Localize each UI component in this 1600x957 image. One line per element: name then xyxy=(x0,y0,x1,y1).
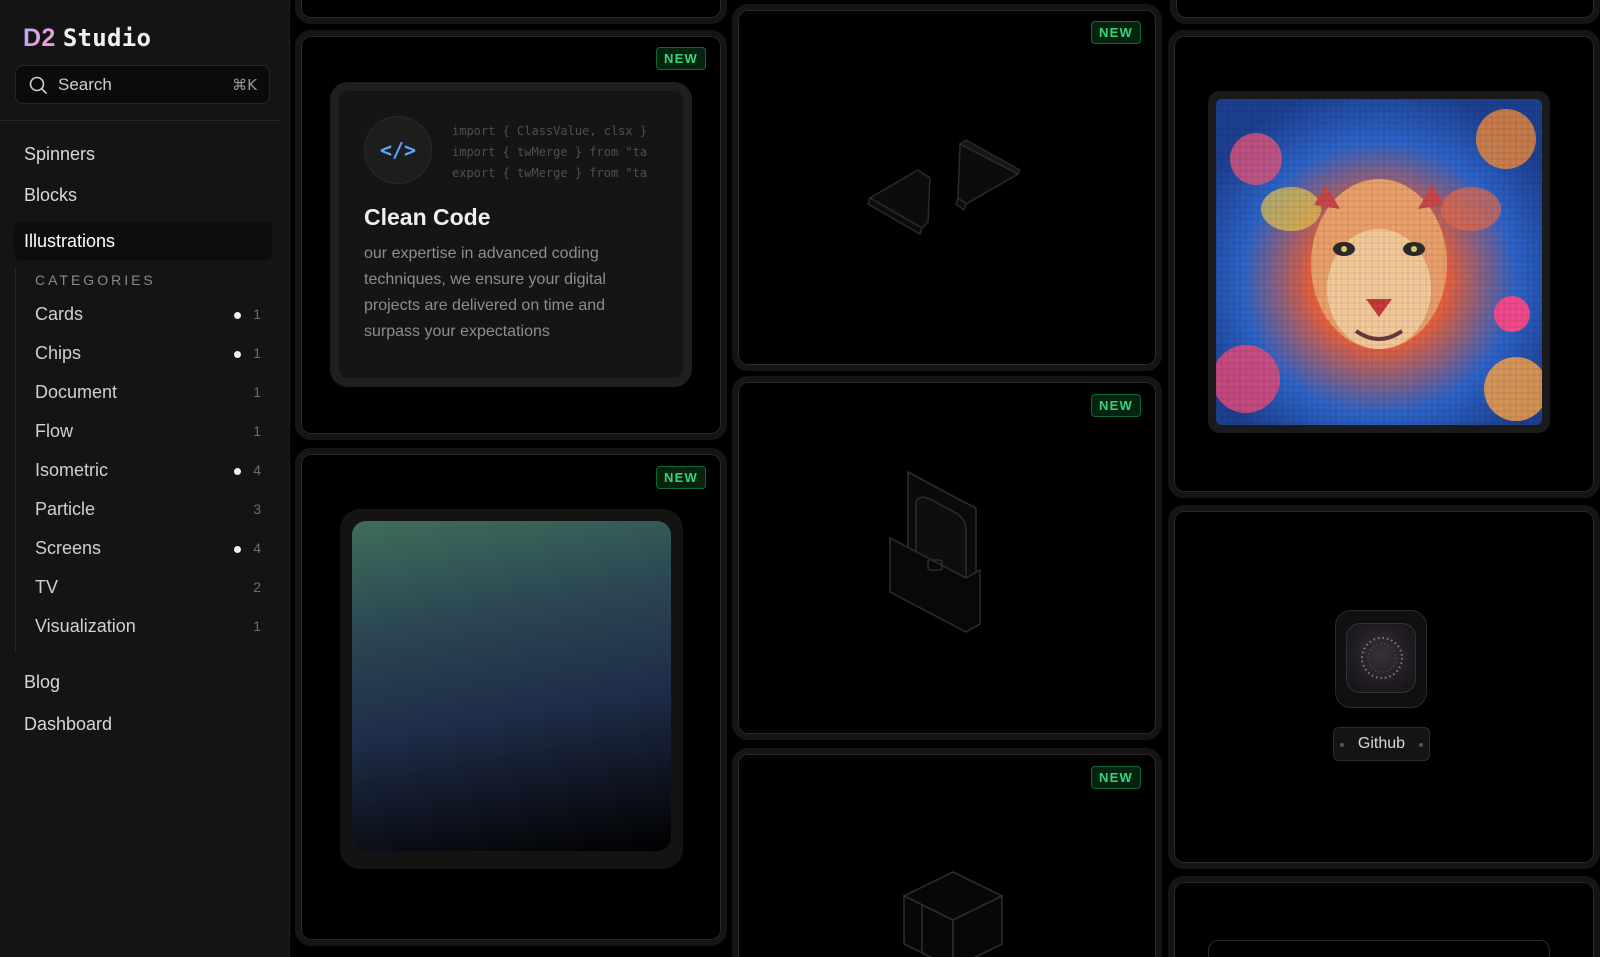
new-indicator-dot xyxy=(234,468,241,475)
search-icon xyxy=(29,76,47,94)
category-count: 3 xyxy=(253,501,261,517)
dotted-ring-icon xyxy=(1361,637,1403,679)
category-label: Visualization xyxy=(35,616,136,636)
logo-suffix: Studio xyxy=(62,24,152,52)
new-badge: NEW xyxy=(1091,766,1141,789)
nav-item-illustrations[interactable]: Illustrations xyxy=(14,222,272,260)
category-item-visualization[interactable]: Visualization 1 xyxy=(35,616,261,640)
nav-item-illustrations-label: Illustrations xyxy=(24,231,116,251)
category-count: 2 xyxy=(253,579,261,595)
github-button[interactable]: Github xyxy=(1333,727,1430,761)
new-indicator-dot xyxy=(234,312,241,319)
category-label: Document xyxy=(35,382,118,402)
category-item-tv[interactable]: TV 2 xyxy=(35,577,261,601)
category-count: 1 xyxy=(253,384,261,400)
decorative-dot xyxy=(1419,743,1423,747)
category-label: Screens xyxy=(35,538,102,558)
illustration-card-partial[interactable] xyxy=(1170,0,1600,24)
category-count: 1 xyxy=(253,345,261,361)
code-line: export { twMerge } from "ta xyxy=(452,166,648,180)
sidebar-divider xyxy=(0,120,280,121)
category-count: 4 xyxy=(253,462,261,478)
decorative-dot xyxy=(1340,743,1344,747)
category-item-isometric[interactable]: Isometric 4 xyxy=(35,460,261,484)
category-label: Isometric xyxy=(35,460,109,480)
category-count: 1 xyxy=(253,306,261,322)
category-label: Flow xyxy=(35,421,74,441)
category-item-chips[interactable]: Chips 1 xyxy=(35,343,261,367)
category-item-cards[interactable]: Cards 1 xyxy=(35,304,261,328)
nav-item-dashboard[interactable]: Dashboard xyxy=(24,714,112,735)
new-indicator-dot xyxy=(234,351,241,358)
isometric-play-rewind-icon xyxy=(867,139,1021,236)
new-indicator-dot xyxy=(234,546,241,553)
new-badge: NEW xyxy=(1091,394,1141,417)
code-line: import { ClassValue, clsx } xyxy=(452,124,648,138)
clean-code-illustration: </> import { ClassValue, clsx } import { … xyxy=(330,82,692,387)
logo-prefix: D2 xyxy=(23,24,56,52)
isometric-cube-icon xyxy=(902,871,1004,957)
github-app-icon xyxy=(1335,610,1427,708)
category-label: Chips xyxy=(35,343,82,363)
gradient-screen-illustration xyxy=(340,509,683,869)
category-label: Cards xyxy=(35,304,84,324)
sidebar: D2 Studio ⌘K Spinners Blocks Illustratio… xyxy=(0,0,290,957)
code-line: import { twMerge } from "ta xyxy=(452,145,648,159)
code-snippet: import { ClassValue, clsx } import { twMe… xyxy=(452,121,657,184)
category-item-screens[interactable]: Screens 4 xyxy=(35,538,261,562)
clean-code-description: our expertise in advanced coding techniq… xyxy=(364,245,606,340)
categories-guide-line xyxy=(15,267,16,652)
new-badge: NEW xyxy=(656,47,706,70)
nav-item-spinners[interactable]: Spinners xyxy=(24,144,95,165)
nav-item-blocks[interactable]: Blocks xyxy=(24,185,77,206)
search-input[interactable] xyxy=(58,74,233,95)
category-label: TV xyxy=(35,577,59,597)
new-badge: NEW xyxy=(1091,21,1141,44)
app-logo[interactable]: D2 Studio xyxy=(23,24,151,53)
new-badge: NEW xyxy=(656,466,706,489)
category-item-flow[interactable]: Flow 1 xyxy=(35,421,261,445)
pixel-lion-image xyxy=(1212,99,1548,425)
pixel-art-frame xyxy=(1208,91,1550,433)
category-count: 1 xyxy=(253,618,261,634)
github-button-label: Github xyxy=(1357,735,1406,752)
category-item-document[interactable]: Document 1 xyxy=(35,382,261,406)
illustration-card-partial[interactable] xyxy=(295,0,727,24)
isometric-folder-icon xyxy=(889,470,981,633)
search-shortcut: ⌘K xyxy=(232,75,257,94)
category-count: 4 xyxy=(253,540,261,556)
clean-code-title: Clean Code xyxy=(364,204,491,230)
code-brackets-icon: </> xyxy=(364,116,432,184)
nav-item-blog[interactable]: Blog xyxy=(24,672,60,693)
category-count: 1 xyxy=(253,423,261,439)
gradient-screen xyxy=(352,521,671,851)
categories-header: CATEGORIES xyxy=(35,272,156,288)
github-icon-screen xyxy=(1346,623,1416,693)
category-item-particle[interactable]: Particle 3 xyxy=(35,499,261,523)
partial-illustration-frame xyxy=(1208,940,1550,957)
search-box[interactable]: ⌘K xyxy=(15,65,270,104)
category-label: Particle xyxy=(35,499,96,519)
